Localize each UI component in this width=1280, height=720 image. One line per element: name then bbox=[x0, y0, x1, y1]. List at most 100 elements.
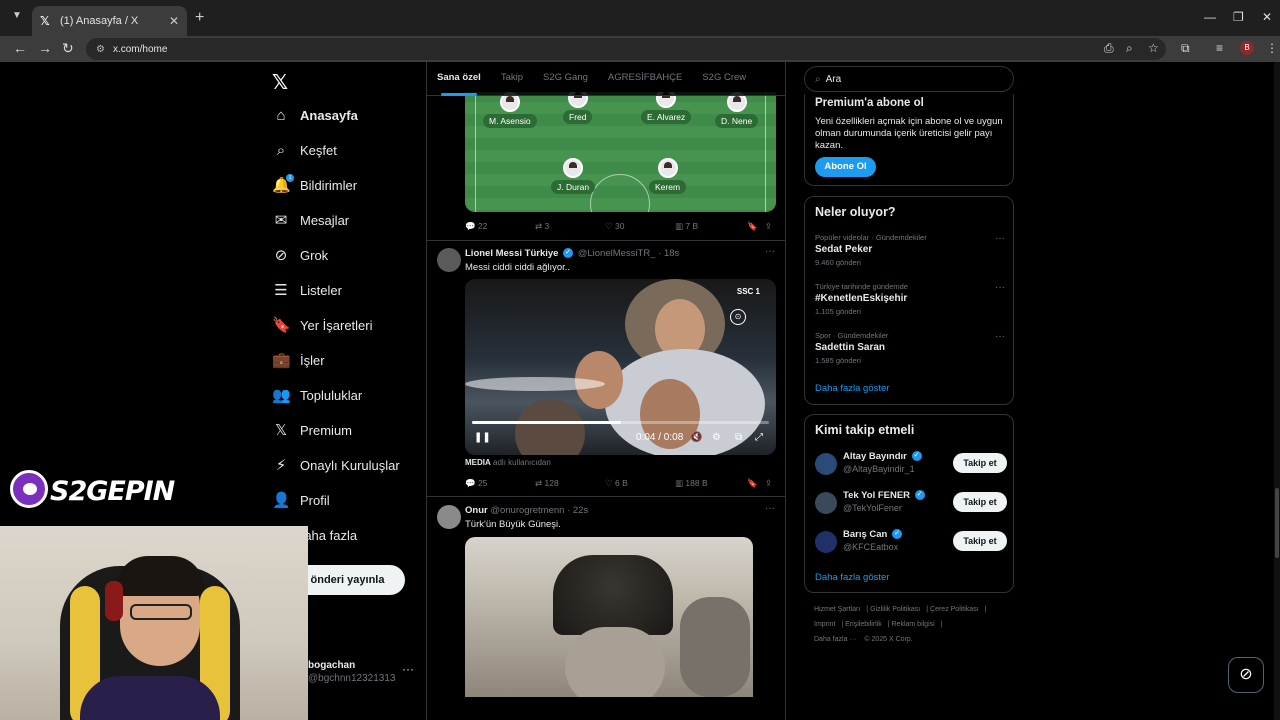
lineup-image[interactable]: M. Asensio Fred E. Alvarez D. Nene J. Du… bbox=[465, 92, 776, 212]
media-label[interactable]: MEDIA bbox=[465, 458, 491, 467]
nav-item-grok[interactable]: ⊘ Grok bbox=[272, 241, 328, 269]
views-button[interactable]: ▥ 7 B bbox=[675, 221, 698, 232]
fullscreen-icon[interactable]: ⤢ bbox=[755, 432, 763, 443]
settings-icon[interactable]: ⚙ bbox=[712, 432, 721, 443]
browser-tab[interactable]: 𝕏 (1) Anasayfa / X ✕ bbox=[32, 6, 187, 36]
more-icon[interactable]: ··· bbox=[995, 233, 1005, 244]
trend-item[interactable]: Popüler videolar · Gündemdekiler Sedat P… bbox=[815, 233, 1005, 267]
follow-button[interactable]: Takip et bbox=[953, 492, 1007, 512]
account-name[interactable]: bogachan bbox=[308, 660, 355, 671]
tweet-time[interactable]: · 18s bbox=[658, 248, 679, 259]
avatar[interactable] bbox=[815, 453, 837, 475]
footer-link[interactable]: Erişilebilirlik bbox=[845, 621, 882, 628]
bookmark-star-icon[interactable]: ☆ bbox=[1148, 41, 1159, 55]
like-button[interactable]: ♡ 6 B bbox=[605, 478, 628, 489]
follow-button[interactable]: Takip et bbox=[953, 531, 1007, 551]
footer-link[interactable]: Hizmet Şartları bbox=[814, 606, 860, 613]
browser-menu-icon[interactable]: ⋮ bbox=[1266, 41, 1278, 55]
footer-more-link[interactable]: Daha fazla ··· bbox=[814, 636, 856, 643]
nav-item-search[interactable]: ⌕ Keşfet bbox=[272, 136, 337, 164]
more-icon[interactable]: ··· bbox=[995, 331, 1005, 342]
follow-suggestion[interactable]: Tek Yol FENER ✓ @TekYolFener Takip et bbox=[815, 490, 1007, 518]
scrollbar-thumb[interactable] bbox=[1275, 488, 1279, 558]
tab-s2g-crew[interactable]: S2G Crew bbox=[692, 62, 756, 96]
minimize-icon[interactable]: — bbox=[1204, 10, 1216, 24]
pause-icon[interactable]: ❚❚ bbox=[474, 432, 491, 443]
reply-button[interactable]: 💬 22 bbox=[465, 221, 487, 232]
suggestion-name[interactable]: Barış Can bbox=[843, 529, 887, 540]
avatar[interactable] bbox=[815, 531, 837, 553]
close-window-icon[interactable]: ✕ bbox=[1262, 10, 1272, 24]
tweet-time[interactable]: · 22s bbox=[567, 505, 588, 516]
nav-item-home[interactable]: ⌂ Anasayfa bbox=[272, 101, 357, 129]
media-control-icon[interactable]: ≡ bbox=[1216, 41, 1223, 55]
search-input[interactable]: ⌕ Ara bbox=[804, 66, 1014, 92]
grok-chat-icon[interactable]: ⊘ bbox=[1228, 657, 1264, 693]
follow-button[interactable]: Takip et bbox=[953, 453, 1007, 473]
nav-item-briefcase[interactable]: 💼 İşler bbox=[272, 346, 325, 374]
author-handle[interactable]: @LionelMessiTR_ bbox=[578, 248, 656, 259]
footer-link[interactable]: Gizlilik Politikası bbox=[870, 606, 920, 613]
footer-link[interactable]: Çerez Politikası bbox=[930, 606, 979, 613]
restore-icon[interactable]: ❐ bbox=[1233, 10, 1244, 24]
back-icon[interactable]: ← bbox=[13, 40, 27, 56]
browser-profile-avatar[interactable]: B bbox=[1240, 41, 1254, 55]
share-icon[interactable]: ⇪ bbox=[765, 221, 772, 232]
author-handle[interactable]: @onurogretmenn bbox=[490, 505, 564, 516]
tab-following[interactable]: Takip bbox=[491, 62, 533, 96]
more-icon[interactable]: ··· bbox=[995, 282, 1005, 293]
repost-button[interactable]: ⇄ 3 bbox=[535, 221, 549, 232]
trend-item[interactable]: Türkiye tarihinde gündemde #KenetlenEski… bbox=[815, 282, 1005, 316]
nav-item-bookmark[interactable]: 🔖 Yer İşaretleri bbox=[272, 311, 373, 339]
forward-icon[interactable]: → bbox=[38, 40, 52, 56]
avatar[interactable] bbox=[437, 248, 461, 272]
tab-s2g-gang[interactable]: S2G Gang bbox=[533, 62, 598, 96]
who-to-follow-show-more-link[interactable]: Daha fazla göster bbox=[815, 572, 889, 583]
bookmark-icon[interactable]: 🔖 bbox=[747, 221, 758, 232]
more-icon[interactable]: ··· bbox=[765, 503, 775, 514]
mute-icon[interactable]: 🔇 bbox=[690, 432, 702, 443]
views-button[interactable]: ▥ 188 B bbox=[675, 478, 708, 489]
follow-suggestion[interactable]: Barış Can ✓ @KFCEatbox Takip et bbox=[815, 529, 1007, 557]
suggestion-name[interactable]: Altay Bayındır bbox=[843, 451, 907, 462]
extensions-icon[interactable]: ⧉ bbox=[1181, 41, 1190, 56]
avatar[interactable] bbox=[437, 505, 461, 529]
install-icon[interactable]: ⎙ bbox=[1104, 41, 1114, 56]
reply-button[interactable]: 💬 25 bbox=[465, 478, 487, 489]
video-player[interactable]: SSC 1 ⊙ ❚❚ 0:04 / 0:08 🔇 ⚙ ⧉ ⤢ bbox=[465, 279, 776, 455]
more-icon[interactable]: ··· bbox=[765, 246, 775, 257]
tab-for-you[interactable]: Sana özel bbox=[427, 62, 491, 96]
page-scrollbar[interactable] bbox=[1274, 62, 1280, 720]
tab-agresifbahce[interactable]: AGRESİFBAHÇE bbox=[598, 62, 692, 96]
footer-link[interactable]: Imprint bbox=[814, 621, 835, 628]
author-name[interactable]: Onur bbox=[465, 505, 488, 516]
video-seek-bar[interactable] bbox=[472, 421, 769, 424]
reload-icon[interactable]: ↻ bbox=[62, 40, 74, 57]
subscribe-button[interactable]: Abone Ol bbox=[815, 157, 876, 177]
close-icon[interactable]: ✕ bbox=[169, 14, 179, 28]
suggestion-name[interactable]: Tek Yol FENER bbox=[843, 490, 910, 501]
author-name[interactable]: Lionel Messi Türkiye bbox=[465, 248, 558, 259]
x-logo-icon[interactable]: 𝕏 bbox=[272, 70, 288, 95]
nav-item-list[interactable]: ☰ Listeler bbox=[272, 276, 342, 304]
nav-item-people[interactable]: 👥 Topluluklar bbox=[272, 381, 362, 409]
site-info-icon[interactable]: ⚙ bbox=[96, 44, 105, 55]
pip-icon[interactable]: ⧉ bbox=[735, 432, 742, 443]
tweet-photo[interactable] bbox=[465, 537, 753, 697]
trends-show-more-link[interactable]: Daha fazla göster bbox=[815, 383, 889, 394]
nav-item-bell[interactable]: 🔔 1 Bildirimler bbox=[272, 171, 357, 199]
nav-item-person[interactable]: 👤 Profil bbox=[272, 486, 330, 514]
nav-item-lightning[interactable]: ⚡ Onaylı Kuruluşlar bbox=[272, 451, 400, 479]
zoom-icon[interactable]: ⌕ bbox=[1126, 41, 1133, 56]
repost-button[interactable]: ⇄ 128 bbox=[535, 478, 559, 489]
new-tab-icon[interactable]: + bbox=[195, 9, 204, 27]
nav-item-x-logo[interactable]: 𝕏 Premium bbox=[272, 416, 352, 444]
account-more-icon[interactable]: ··· bbox=[402, 662, 414, 676]
address-bar[interactable]: ⚙ x.com/home bbox=[86, 38, 1166, 60]
like-button[interactable]: ♡ 30 bbox=[605, 221, 624, 232]
bookmark-icon[interactable]: 🔖 bbox=[747, 478, 758, 489]
footer-link[interactable]: Reklam bilgisi bbox=[892, 621, 935, 628]
nav-item-envelope[interactable]: ✉ Mesajlar bbox=[272, 206, 349, 234]
share-icon[interactable]: ⇪ bbox=[765, 478, 772, 489]
tab-list-chevron-icon[interactable]: ▼ bbox=[12, 10, 22, 21]
